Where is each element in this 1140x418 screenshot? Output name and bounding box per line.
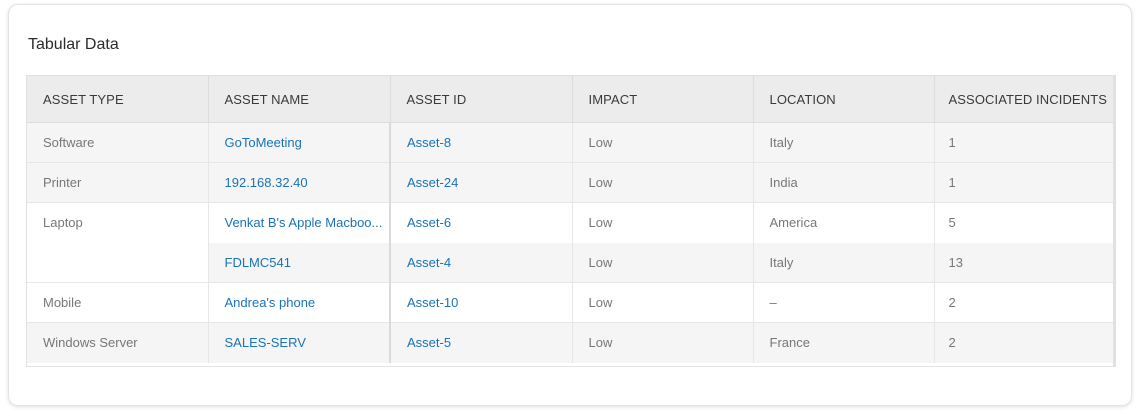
asset-name-cell: GoToMeeting [208,122,391,163]
asset-id-link[interactable]: Asset-6 [407,215,451,230]
asset-id-link[interactable]: Asset-10 [407,295,458,310]
asset-name-link[interactable]: 192.168.32.40 [225,175,308,190]
impact-cell: Low [572,162,754,203]
asset-name-cell: 192.168.32.40 [208,162,391,203]
asset-name-link[interactable]: Venkat B's Apple Macboo... [225,215,383,230]
asset-id-cell: Asset-5 [390,322,573,363]
asset-type-cell: Printer [27,162,209,203]
impact-cell: Low [572,122,754,163]
asset-name-cell: Andrea's phone [208,282,391,323]
impact-cell: Low [572,282,754,323]
incidents-cell: 1 [934,162,1113,203]
asset-id-cell: Asset-10 [390,282,573,323]
asset-type-cell: Mobile [27,282,209,323]
table-header-row: ASSET TYPE ASSET NAME ASSET ID IMPACT LO… [27,76,1113,123]
assets-table-container[interactable]: ASSET TYPE ASSET NAME ASSET ID IMPACT LO… [26,75,1116,367]
asset-type-cell: Windows Server [27,322,209,363]
incidents-cell: 5 [934,202,1113,243]
impact-cell: Low [572,242,754,283]
asset-name-link[interactable]: GoToMeeting [225,135,302,150]
card-title: Tabular Data [28,36,119,53]
header-location[interactable]: LOCATION [753,76,935,123]
asset-id-link[interactable]: Asset-5 [407,335,451,350]
location-cell: – [753,282,935,323]
table-row: Printer 192.168.32.40 Asset-24 Low India… [27,162,1113,203]
header-asset-name[interactable]: ASSET NAME [208,76,391,123]
impact-cell: Low [572,322,754,363]
asset-id-link[interactable]: Asset-8 [407,135,451,150]
asset-name-cell: FDLMC541 [208,242,391,283]
incidents-cell: 13 [934,242,1113,283]
table-row: Laptop Venkat B's Apple Macboo... Asset-… [27,202,1113,283]
asset-id-cell: Asset-24 [390,162,573,203]
asset-name-link[interactable]: SALES-SERV [225,335,306,350]
header-impact[interactable]: IMPACT [572,76,754,123]
impact-cell: Low [572,202,754,243]
table-row: Mobile Andrea's phone Asset-10 Low – 2 [27,282,1113,323]
incidents-cell: 2 [934,322,1113,363]
header-asset-id[interactable]: ASSET ID [390,76,573,123]
asset-name-link[interactable]: FDLMC541 [225,255,291,270]
asset-type-cell: Software [27,122,209,163]
table-row: Windows Server SALES-SERV Asset-5 Low Fr… [27,322,1113,363]
location-cell: America [753,202,935,243]
asset-id-cell: Asset-4 [390,242,573,283]
asset-id-cell: Asset-6 [390,202,573,243]
location-cell: Italy [753,242,935,283]
header-associated-incidents[interactable]: ASSOCIATED INCIDENTS [934,76,1113,123]
asset-id-link[interactable]: Asset-4 [407,255,451,270]
incidents-cell: 1 [934,122,1113,163]
asset-name-cell: Venkat B's Apple Macboo... [208,202,391,243]
location-cell: India [753,162,935,203]
incidents-cell: 2 [934,282,1113,323]
asset-name-cell: SALES-SERV [208,322,391,363]
asset-type-cell: Laptop [27,202,209,283]
location-cell: France [753,322,935,363]
location-cell: Italy [753,122,935,163]
asset-id-link[interactable]: Asset-24 [407,175,458,190]
table-row: Software GoToMeeting Asset-8 Low Italy 1 [27,122,1113,163]
asset-name-link[interactable]: Andrea's phone [225,295,316,310]
tabular-data-card: Tabular Data ASSET TYPE ASSET NAME ASSET… [8,4,1132,406]
assets-table: ASSET TYPE ASSET NAME ASSET ID IMPACT LO… [27,76,1113,363]
asset-id-cell: Asset-8 [390,122,573,163]
header-asset-type[interactable]: ASSET TYPE [27,76,209,123]
